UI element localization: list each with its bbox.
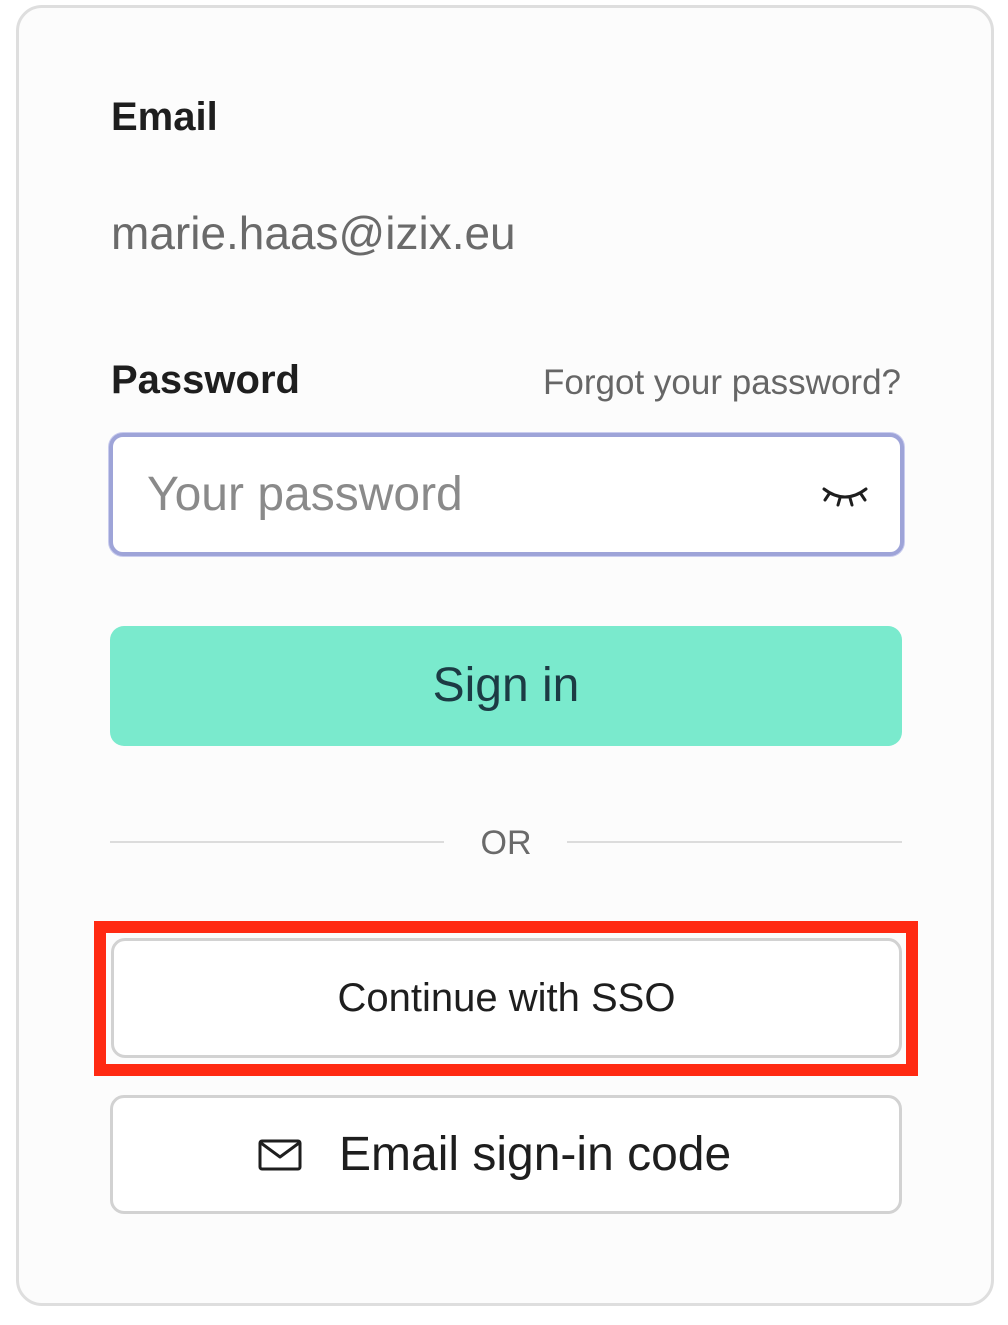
continue-with-sso-button[interactable]: Continue with SSO <box>111 938 902 1058</box>
password-label: Password <box>111 358 300 402</box>
email-value: marie.haas@izix.eu <box>111 207 516 259</box>
divider-line-left <box>110 841 444 843</box>
email-sign-in-code-label: Email sign-in code <box>339 1128 732 1181</box>
forgot-password-link[interactable]: Forgot your password? <box>543 361 901 405</box>
email-label: Email <box>111 95 218 139</box>
password-input[interactable] <box>147 437 787 552</box>
password-field[interactable] <box>109 433 904 556</box>
email-sign-in-code-button[interactable]: Email sign-in code <box>110 1095 902 1214</box>
eye-closed-icon[interactable] <box>820 483 870 513</box>
divider-or-text: OR <box>480 824 532 862</box>
mail-icon <box>258 1139 302 1171</box>
signin-button[interactable]: Sign in <box>110 626 902 746</box>
divider-line-right <box>567 841 902 843</box>
